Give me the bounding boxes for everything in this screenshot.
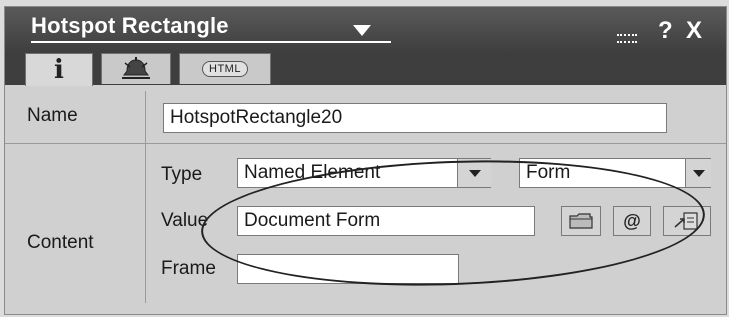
- info-icon: i: [54, 55, 64, 85]
- hotspot-inspector-panel: Hotspot Rectangle ? X i HTML Name Hotspo…: [4, 6, 727, 315]
- html-badge: HTML: [202, 61, 248, 77]
- tab-behaviors[interactable]: [101, 53, 171, 84]
- name-label: Name: [27, 105, 78, 126]
- name-row: Name HotspotRectangle20: [5, 91, 726, 144]
- form-select[interactable]: Form: [519, 158, 711, 188]
- folder-icon: [569, 213, 593, 229]
- type-select[interactable]: Named Element: [237, 158, 491, 188]
- value-label: Value: [161, 210, 209, 231]
- title-dropdown-underline: [31, 41, 391, 43]
- title-dropdown-arrow-icon[interactable]: [353, 25, 371, 36]
- close-icon[interactable]: X: [686, 17, 702, 45]
- type-select-arrow-icon[interactable]: [457, 159, 491, 187]
- content-label: Content: [27, 232, 94, 253]
- panel-title: Hotspot Rectangle: [31, 13, 229, 38]
- name-field[interactable]: HotspotRectangle20: [163, 103, 667, 133]
- document-picker-button[interactable]: [663, 206, 711, 236]
- title-bar: Hotspot Rectangle ? X: [5, 7, 726, 53]
- document-link-icon: [674, 212, 698, 230]
- form-select-arrow-icon[interactable]: [685, 159, 711, 187]
- frame-field[interactable]: [237, 254, 459, 284]
- tab-html[interactable]: HTML: [179, 53, 271, 84]
- tab-strip: i HTML: [5, 53, 726, 86]
- collapse-icon[interactable]: [617, 34, 637, 43]
- frame-label: Frame: [161, 258, 216, 279]
- type-label: Type: [161, 164, 203, 185]
- at-icon: @: [623, 210, 641, 231]
- value-field[interactable]: Document Form: [237, 206, 535, 236]
- bell-icon: [122, 57, 150, 79]
- tab-info[interactable]: i: [25, 53, 93, 86]
- browse-folder-button[interactable]: [561, 206, 601, 236]
- at-link-button[interactable]: @: [613, 206, 651, 236]
- help-icon[interactable]: ?: [658, 17, 673, 45]
- content-row: Content Type Named Element Form Value Do…: [5, 144, 726, 304]
